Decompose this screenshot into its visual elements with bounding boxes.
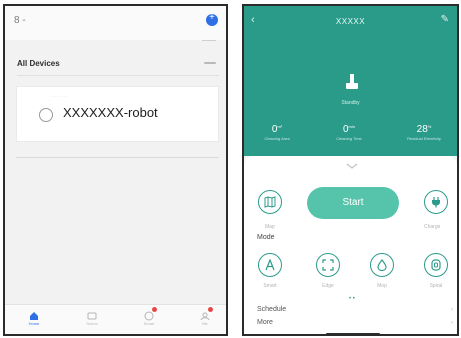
letter-a-icon xyxy=(265,259,275,271)
charge-button[interactable] xyxy=(424,190,448,214)
page-indicator: • • xyxy=(349,296,355,302)
tab-label: Me xyxy=(202,321,208,326)
mode-title: Mode xyxy=(257,234,275,241)
map-button[interactable] xyxy=(258,190,282,214)
stat-cleaning-time: 0min Cleaning Time xyxy=(318,124,380,141)
chevron-right-icon[interactable]: › xyxy=(451,307,453,313)
stat-label: Residual Electricity xyxy=(407,136,441,141)
notification-badge xyxy=(152,307,157,312)
edge-icon xyxy=(322,259,334,271)
robot-control-screen: ‹ XXXXX ✎ Standby 0m² Cleaning Area 0min… xyxy=(242,4,459,336)
plug-icon xyxy=(432,197,440,208)
tab-label: Smart xyxy=(143,321,155,326)
stat-unit: % xyxy=(427,124,432,129)
tab-label: Scene xyxy=(86,321,98,326)
divider xyxy=(17,75,219,76)
mode-smart-button[interactable] xyxy=(258,253,282,277)
water-drop-icon xyxy=(377,259,387,271)
tab-smart[interactable]: Smart xyxy=(129,307,169,326)
tab-bar: Home Scene Smart Me xyxy=(5,304,226,334)
stat-unit: m² xyxy=(277,124,283,129)
robot-status: Standby xyxy=(341,100,360,106)
mode-spiral-button[interactable] xyxy=(424,253,448,277)
more-row[interactable]: More xyxy=(257,319,273,326)
device-card[interactable]: · · · · · · XXXXXXX-robot xyxy=(16,86,219,142)
add-device-icon[interactable] xyxy=(206,12,218,26)
tab-me[interactable]: Me xyxy=(185,307,225,326)
mode-label: Smart xyxy=(263,283,277,289)
stat-residual-electricity: 28% Residual Electricity xyxy=(393,124,455,141)
start-button[interactable]: Start xyxy=(307,187,399,219)
mode-mop-button[interactable] xyxy=(370,253,394,277)
tab-label: Home xyxy=(28,321,40,326)
home-indicator xyxy=(326,333,380,334)
device-name[interactable]: XXXXXXX-robot xyxy=(63,105,158,120)
divider xyxy=(16,157,219,158)
section-title: All Devices xyxy=(17,59,60,68)
stat-label: Cleaning Area xyxy=(264,136,290,141)
mode-label: Edge xyxy=(322,283,334,289)
robot-icon xyxy=(346,74,358,89)
page-title: XXXXX xyxy=(335,17,366,26)
status-header: ‹ XXXXX ✎ Standby 0m² Cleaning Area 0min… xyxy=(244,6,457,156)
stat-label: Cleaning Time xyxy=(336,136,362,141)
user-label[interactable]: 8 - xyxy=(14,15,26,26)
mode-label: Spiral xyxy=(429,283,443,289)
tab-home[interactable]: Home xyxy=(14,308,54,326)
schedule-row[interactable]: Schedule xyxy=(257,306,286,313)
device-select-radio[interactable] xyxy=(39,108,53,122)
map-icon xyxy=(264,196,276,208)
home-icon xyxy=(29,308,39,320)
notification-badge xyxy=(208,307,213,312)
scene-icon xyxy=(87,308,97,320)
tab-scene[interactable]: Scene xyxy=(72,308,112,326)
more-icon[interactable] xyxy=(204,62,216,64)
stat-cleaning-area: 0m² Cleaning Area xyxy=(246,124,308,141)
charge-label: Charge xyxy=(424,224,441,230)
map-label: Map xyxy=(265,224,275,230)
chevron-down-icon[interactable] xyxy=(345,162,359,170)
control-panel: Map Start Charge Mode Smart Edge Mop Spi… xyxy=(244,156,457,334)
spiral-icon xyxy=(431,259,441,271)
divider xyxy=(202,40,216,41)
mode-label: Mop xyxy=(377,283,387,289)
edit-icon[interactable]: ✎ xyxy=(441,14,449,25)
device-card-subtitle: · · · · · · xyxy=(51,94,68,100)
stat-value: 28 xyxy=(416,124,428,135)
stat-unit: min xyxy=(348,124,355,129)
mode-edge-button[interactable] xyxy=(316,253,340,277)
device-list-screen: 8 - All Devices · · · · · · XXXXXXX-robo… xyxy=(3,4,228,336)
chevron-right-icon[interactable]: › xyxy=(451,320,453,326)
top-bar: 8 - xyxy=(5,6,226,40)
